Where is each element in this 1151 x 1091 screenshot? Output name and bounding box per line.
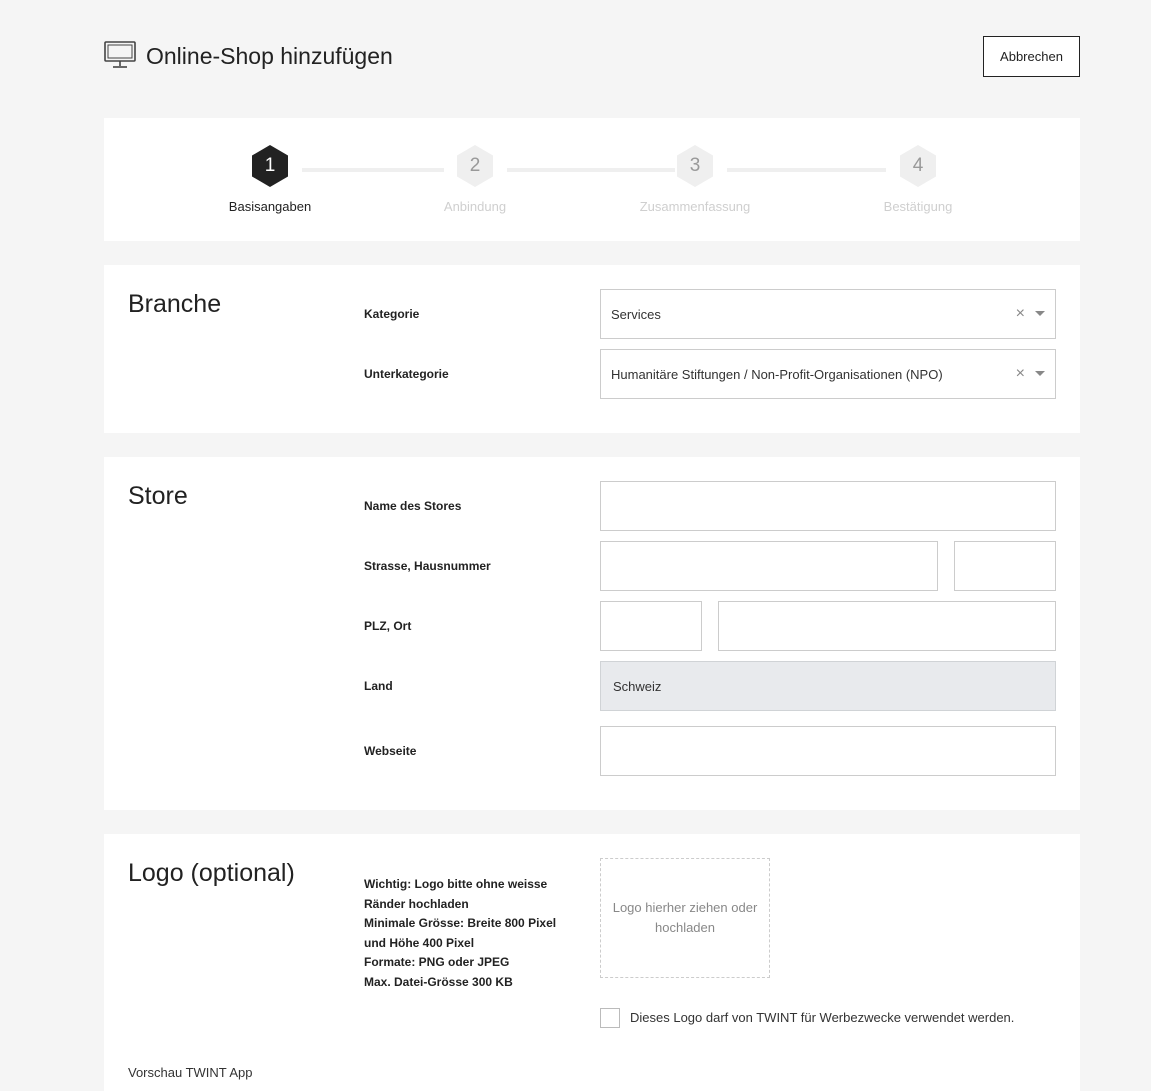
strasse-label: Strasse, Hausnummer	[364, 559, 491, 573]
step-number: 3	[689, 155, 701, 176]
logo-section: Logo (optional) Wichtig: Logo bitte ohne…	[104, 834, 1080, 1091]
plz-input[interactable]	[600, 601, 702, 651]
section-title: Logo (optional)	[128, 859, 295, 887]
step-label: Basisangaben	[228, 199, 312, 214]
page-header: Online-Shop hinzufügen Abbrechen	[104, 36, 1080, 78]
hint-line: Max. Datei-Grösse 300 KB	[364, 974, 513, 989]
step-anbindung: 2 Anbindung	[405, 144, 545, 214]
unterkategorie-select[interactable]: Humanitäre Stiftungen / Non-Profit-Organ…	[600, 349, 1056, 399]
webseite-label: Webseite	[364, 744, 417, 758]
step-bestaetigung: 4 Bestätigung	[848, 144, 988, 214]
store-name-label: Name des Stores	[364, 499, 462, 513]
step-basisangaben: 1 Basisangaben	[200, 144, 340, 214]
clear-icon[interactable]: ×	[1016, 290, 1025, 338]
step-label: Bestätigung	[883, 199, 953, 214]
hint-line: Wichtig: Logo bitte ohne weisse Ränder h…	[364, 877, 548, 911]
dropzone-text: Logo hierher ziehen oder hochladen	[612, 900, 758, 935]
promo-consent-checkbox[interactable]	[600, 1008, 620, 1028]
monitor-icon	[104, 41, 136, 68]
progress-stepper: 1 Basisangaben 2 Anbindung 3 Zusammenfas…	[104, 118, 1080, 241]
step-zusammenfassung: 3 Zusammenfassung	[625, 144, 765, 214]
section-title: Branche	[128, 290, 222, 318]
ort-input[interactable]	[718, 601, 1056, 651]
branche-section: Branche Kategorie Services × Unterkatego…	[104, 265, 1080, 433]
section-title: Store	[128, 482, 188, 510]
land-label: Land	[364, 679, 393, 693]
preview-label: Vorschau TWINT App	[128, 1065, 253, 1080]
hint-line: Formate: PNG oder JPEG	[364, 955, 510, 969]
step-number: 4	[912, 155, 924, 176]
step-number: 2	[469, 155, 481, 176]
kategorie-label: Kategorie	[364, 307, 420, 321]
logo-dropzone[interactable]: Logo hierher ziehen oder hochladen	[600, 858, 770, 978]
webseite-input[interactable]	[600, 726, 1056, 776]
land-value: Schweiz	[613, 678, 662, 694]
kategorie-value: Services	[611, 306, 661, 322]
kategorie-select[interactable]: Services ×	[600, 289, 1056, 339]
logo-requirements: Wichtig: Logo bitte ohne weisse Ränder h…	[364, 875, 579, 992]
step-label: Anbindung	[443, 199, 507, 214]
cancel-button[interactable]: Abbrechen	[983, 36, 1080, 77]
store-section: Store Name des Stores Strasse, Hausnumme…	[104, 457, 1080, 810]
chevron-down-icon[interactable]	[1035, 371, 1045, 376]
land-field: Schweiz	[600, 661, 1056, 711]
unterkategorie-label: Unterkategorie	[364, 367, 449, 381]
unterkategorie-value: Humanitäre Stiftungen / Non-Profit-Organ…	[611, 366, 943, 382]
promo-consent-label[interactable]: Dieses Logo darf von TWINT für Werbezwec…	[630, 1010, 1014, 1025]
step-number: 1	[264, 155, 276, 176]
hint-line: Minimale Grösse: Breite 800 Pixel und Hö…	[364, 916, 557, 950]
clear-icon[interactable]: ×	[1016, 350, 1025, 398]
step-label: Zusammenfassung	[639, 199, 751, 214]
strasse-input[interactable]	[600, 541, 938, 591]
plz-ort-label: PLZ, Ort	[364, 619, 412, 633]
store-name-input[interactable]	[600, 481, 1056, 531]
hausnummer-input[interactable]	[954, 541, 1056, 591]
page-title: Online-Shop hinzufügen	[146, 43, 393, 69]
chevron-down-icon[interactable]	[1035, 311, 1045, 316]
